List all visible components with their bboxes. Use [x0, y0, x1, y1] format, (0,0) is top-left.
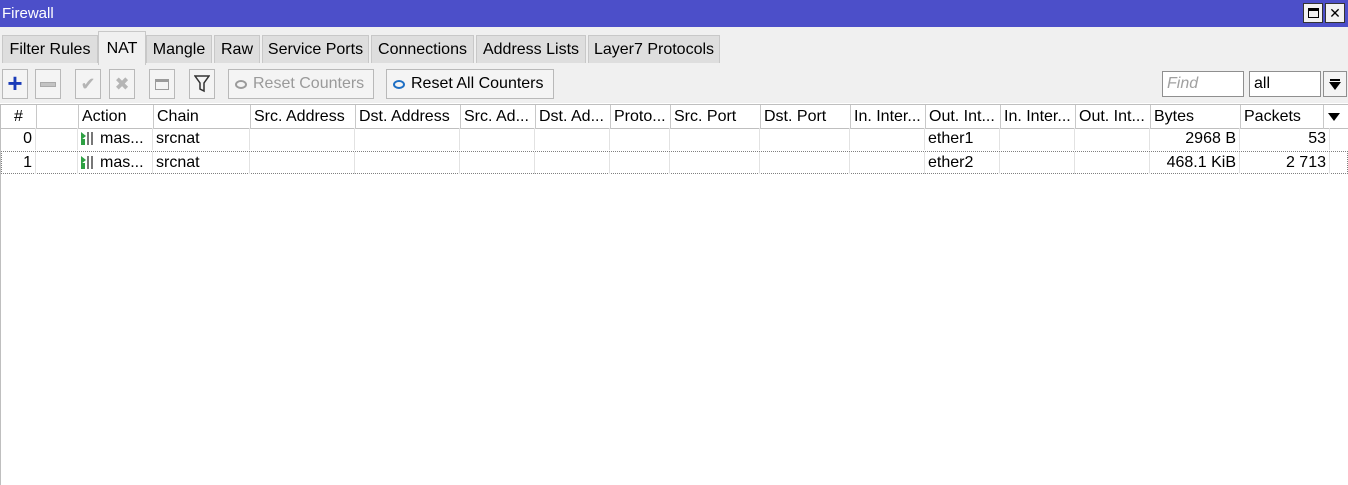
reset-all-counters-label: Reset All Counters — [411, 75, 544, 92]
cell-out-interface-list — [1075, 152, 1150, 174]
cell-protocol — [610, 128, 670, 150]
col-out-interface-list[interactable]: Out. Int... — [1076, 105, 1151, 129]
cell-src-address-list — [460, 128, 535, 150]
disable-button[interactable]: ✖ — [109, 69, 135, 99]
close-button[interactable]: ✕ — [1325, 3, 1345, 23]
cell-dst-address — [355, 128, 460, 150]
reset-counters-button[interactable]: Reset Counters — [228, 69, 375, 99]
plus-icon: + — [7, 68, 23, 98]
cell-dst-address — [355, 152, 460, 174]
filter-select[interactable]: all — [1249, 71, 1321, 97]
reset-all-icon — [393, 79, 405, 89]
masquerade-icon — [81, 154, 95, 170]
tab-strip: Filter Rules NAT Mangle Raw Service Port… — [0, 27, 1348, 65]
maximize-icon — [1307, 8, 1319, 18]
cell-action: mas... — [78, 152, 153, 174]
table-header: # Action Chain Src. Address Dst. Address… — [1, 104, 1348, 129]
cell-protocol — [610, 152, 670, 174]
window-title: Firewall — [2, 5, 54, 22]
minus-icon — [40, 81, 56, 87]
check-icon: ✔ — [80, 73, 96, 94]
cell-in-interface-list — [1000, 152, 1075, 174]
col-action[interactable]: Action — [79, 105, 154, 129]
cell-action: mas... — [78, 128, 153, 150]
cell-packets: 2 713 — [1240, 152, 1330, 174]
table-row[interactable]: 0 mas... srcnat ether1 2968 B 53 — [1, 128, 1348, 151]
cell-dst-address-list — [535, 128, 610, 150]
note-icon — [155, 78, 169, 90]
col-src-port[interactable]: Src. Port — [671, 105, 761, 129]
cell-flags — [36, 128, 78, 150]
cell-dst-port — [760, 152, 850, 174]
cell-in-interface-list — [1000, 128, 1075, 150]
close-icon: ✕ — [1329, 5, 1341, 21]
comment-button[interactable] — [149, 69, 175, 99]
col-src-address-list[interactable]: Src. Ad... — [461, 105, 536, 129]
cell-src-port — [670, 152, 760, 174]
col-number[interactable]: # — [1, 105, 37, 129]
cell-out-interface: ether1 — [925, 128, 1000, 150]
cell-action-text: mas... — [100, 130, 144, 147]
find-input[interactable] — [1162, 71, 1244, 97]
reset-all-counters-button[interactable]: Reset All Counters — [386, 69, 554, 99]
x-icon: ✖ — [114, 73, 130, 94]
tab-filter-rules[interactable]: Filter Rules — [2, 35, 98, 63]
cell-src-port — [670, 128, 760, 150]
col-in-interface[interactable]: In. Inter... — [851, 105, 926, 129]
reset-counters-label: Reset Counters — [253, 75, 365, 92]
cell-number: 1 — [2, 152, 36, 174]
cell-packets: 53 — [1240, 128, 1330, 150]
funnel-icon — [194, 75, 210, 93]
tab-address-lists[interactable]: Address Lists — [476, 35, 586, 63]
reset-icon — [235, 79, 247, 89]
col-protocol[interactable]: Proto... — [611, 105, 671, 129]
cell-bytes: 2968 B — [1150, 128, 1240, 150]
col-in-interface-list[interactable]: In. Inter... — [1001, 105, 1076, 129]
cell-in-interface — [850, 152, 925, 174]
col-out-interface[interactable]: Out. Int... — [926, 105, 1001, 129]
tab-raw[interactable]: Raw — [214, 35, 260, 63]
cell-bytes: 468.1 KiB — [1150, 152, 1240, 174]
col-packets[interactable]: Packets — [1241, 105, 1324, 129]
col-flags[interactable] — [37, 105, 79, 129]
toolbar: + ✔ ✖ Reset Counters Reset All Counters … — [0, 65, 1348, 103]
masquerade-icon — [81, 130, 95, 146]
table-row[interactable]: 1 mas... srcnat ether2 468.1 KiB 2 713 — [1, 151, 1348, 174]
remove-button[interactable] — [35, 69, 61, 99]
tab-service-ports[interactable]: Service Ports — [262, 35, 369, 63]
cell-number: 0 — [1, 128, 36, 150]
cell-chain: srcnat — [153, 152, 250, 174]
cell-out-interface: ether2 — [925, 152, 1000, 174]
cell-dst-port — [760, 128, 850, 150]
tab-nat[interactable]: NAT — [98, 31, 146, 65]
cell-src-address — [250, 128, 355, 150]
col-dst-address[interactable]: Dst. Address — [356, 105, 461, 129]
col-bytes[interactable]: Bytes — [1151, 105, 1241, 129]
dropdown-button[interactable] — [1323, 71, 1347, 97]
col-dst-address-list[interactable]: Dst. Ad... — [536, 105, 611, 129]
enable-button[interactable]: ✔ — [75, 69, 101, 99]
cell-chain: srcnat — [153, 128, 250, 150]
tab-mangle[interactable]: Mangle — [146, 35, 212, 63]
cell-dst-address-list — [535, 152, 610, 174]
cell-in-interface — [850, 128, 925, 150]
col-src-address[interactable]: Src. Address — [251, 105, 356, 129]
title-bar: Firewall ✕ — [0, 0, 1348, 27]
tab-connections[interactable]: Connections — [371, 35, 474, 63]
maximize-button[interactable] — [1303, 3, 1323, 23]
cell-src-address-list — [460, 152, 535, 174]
col-chain[interactable]: Chain — [154, 105, 251, 129]
cell-action-text: mas... — [100, 154, 144, 171]
chevron-down-icon — [1329, 81, 1341, 90]
filter-button[interactable] — [189, 69, 215, 99]
cell-src-address — [250, 152, 355, 174]
col-dst-port[interactable]: Dst. Port — [761, 105, 851, 129]
column-menu-icon[interactable] — [1328, 113, 1340, 121]
dropdown-bar-icon — [1330, 78, 1340, 81]
cell-out-interface-list — [1075, 128, 1150, 150]
add-button[interactable]: + — [2, 69, 28, 99]
cell-flags — [36, 152, 78, 174]
tab-layer7-protocols[interactable]: Layer7 Protocols — [588, 35, 720, 63]
